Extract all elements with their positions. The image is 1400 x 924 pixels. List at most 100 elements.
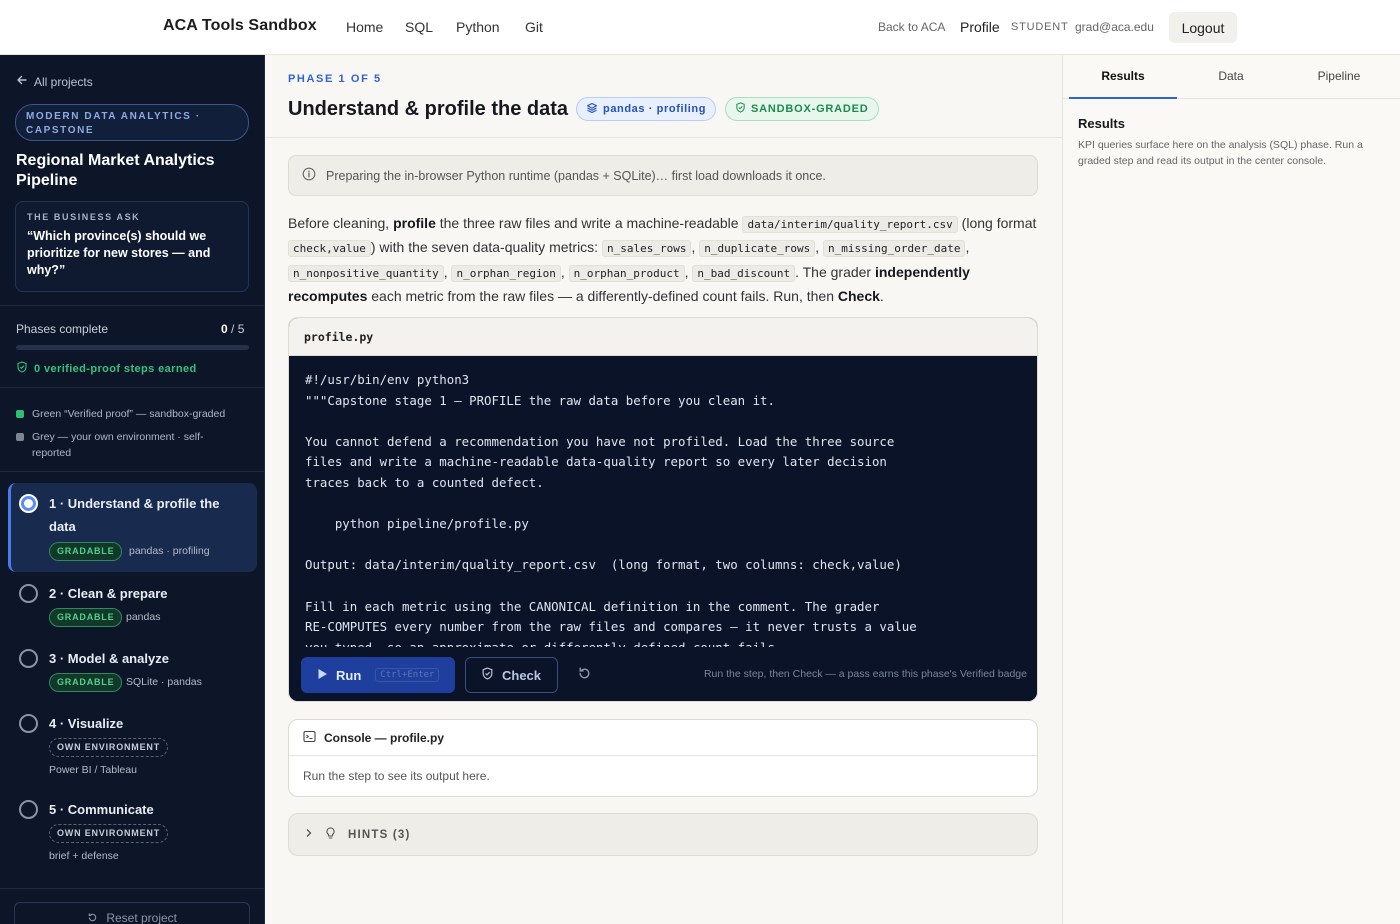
verified-proof-label: 0 verified-proof steps earned xyxy=(34,362,197,375)
phase-radio-icon xyxy=(19,714,38,733)
desc-code: check,value xyxy=(288,240,371,258)
play-icon xyxy=(317,668,328,683)
desc-text: ) with the seven data-quality metrics: xyxy=(370,239,602,256)
shield-check-icon xyxy=(481,667,494,683)
divider xyxy=(0,305,265,306)
gradable-badge: GRADABLE xyxy=(49,542,123,561)
phase-counter: PHASE 1 OF 5 xyxy=(288,73,382,85)
phases-done: 0 xyxy=(221,322,228,336)
hints-label: HINTS (3) xyxy=(348,828,411,841)
project-title: Regional Market Analytics Pipeline xyxy=(16,152,215,189)
reset-code-icon[interactable] xyxy=(577,666,592,686)
metric-code: n_nonpositive_quantity xyxy=(288,264,444,282)
sandbox-graded-label: SANDBOX-GRADED xyxy=(751,103,869,115)
shield-check-icon xyxy=(735,102,746,116)
run-check-hint: Run the step, then Check — a pass earns … xyxy=(703,668,1027,680)
tab-results[interactable]: Results xyxy=(1069,55,1177,99)
phase-radio-icon xyxy=(19,800,38,819)
back-to-aca-link[interactable]: Back to ACA xyxy=(878,20,945,34)
top-nav: ACA Tools Sandbox Home SQL Python Git Ba… xyxy=(0,0,1400,55)
run-button[interactable]: Run Ctrl+Enter xyxy=(301,657,455,693)
sidebar: All projects MODERN DATA ANALYTICS · CAP… xyxy=(0,55,265,924)
reset-project-button[interactable]: Reset project xyxy=(14,902,250,924)
all-projects-label: All projects xyxy=(34,74,93,89)
phase-name: 1 · Understand & profile the data xyxy=(49,496,220,534)
legend-self-reported-text: Grey — your own environment · self-repor… xyxy=(32,431,204,459)
desc-emphasis: Check xyxy=(837,288,880,305)
phase-name: 2 · Clean & prepare xyxy=(49,586,168,601)
lightbulb-icon xyxy=(325,826,336,843)
desc-text: (long format xyxy=(957,215,1037,231)
desc-emphasis: profile xyxy=(393,215,436,231)
brand-logo[interactable]: ACA Tools Sandbox xyxy=(163,17,317,35)
green-dot-icon xyxy=(16,410,24,418)
run-shortcut: Ctrl+Enter xyxy=(375,668,440,682)
metric-code: n_missing_order_date xyxy=(822,240,966,258)
phase-radio-icon xyxy=(19,649,38,668)
code-editor: profile.py #!/usr/bin/env python3 """Cap… xyxy=(288,317,1038,702)
phases-total: / 5 xyxy=(231,322,245,336)
console-output: Run the step to see its output here. xyxy=(303,769,490,783)
code-textarea[interactable]: #!/usr/bin/env python3 """Capstone stage… xyxy=(289,356,1037,647)
phase-name: 4 · Visualize xyxy=(49,716,124,731)
legend-self-reported: Grey — your own environment · self-repor… xyxy=(16,429,236,461)
results-text: KPI queries surface here on the analysis… xyxy=(1078,139,1363,167)
phase-tag: pandas xyxy=(126,611,161,623)
nav-home[interactable]: Home xyxy=(346,19,383,35)
profile-link[interactable]: Profile xyxy=(960,19,1000,35)
legend-graded: Green “Verified proof” — sandbox-graded xyxy=(16,406,236,422)
editor-toolbar: Run Ctrl+Enter Check Run the step, then … xyxy=(289,647,1037,701)
legend-graded-text: Green “Verified proof” — sandbox-graded xyxy=(32,408,226,420)
nav-python[interactable]: Python xyxy=(456,19,500,35)
logout-button[interactable]: Logout xyxy=(1169,12,1237,43)
layers-icon xyxy=(586,102,598,117)
phase-item-1[interactable]: 1 · Understand & profile the data GRADAB… xyxy=(8,483,257,572)
phase-item-4[interactable]: 4 · Visualize OWN ENVIRONMENT Power BI /… xyxy=(8,711,257,779)
phase-name: 3 · Model & analyze xyxy=(49,651,169,666)
sandbox-graded-pill: SANDBOX-GRADED xyxy=(725,97,879,121)
run-label: Run xyxy=(336,667,362,683)
hints-toggle[interactable]: HINTS (3) xyxy=(288,813,1038,856)
divider xyxy=(0,387,265,388)
desc-text: the three raw files and write a machine-… xyxy=(435,215,743,231)
phases-progress-bar xyxy=(16,345,249,350)
phase-tag: SQLite · pandas xyxy=(126,676,202,688)
business-ask-card: THE BUSINESS ASK “Which province(s) shou… xyxy=(15,201,249,292)
nav-sql[interactable]: SQL xyxy=(405,19,433,35)
tab-data[interactable]: Data xyxy=(1177,55,1285,99)
phase-name: 5 · Communicate xyxy=(49,802,154,817)
arrow-left-icon xyxy=(16,74,28,89)
main-content: PHASE 1 OF 5 Understand & profile the da… xyxy=(265,55,1062,924)
console-title: Console — profile.py xyxy=(324,730,445,745)
phase-tag: brief + defense xyxy=(49,850,119,862)
metric-code: n_duplicate_rows xyxy=(699,240,816,258)
results-title: Results xyxy=(1078,116,1125,131)
nav-git[interactable]: Git xyxy=(525,19,543,35)
phase-item-2[interactable]: 2 · Clean & prepare GRADABLE pandas xyxy=(8,581,257,633)
gradable-badge: GRADABLE xyxy=(49,673,123,692)
metric-code: n_bad_discount xyxy=(692,264,796,282)
console-header: Console — profile.py xyxy=(289,720,1037,756)
results-tabs: Results Data Pipeline xyxy=(1063,55,1400,99)
info-icon xyxy=(302,167,316,184)
verified-proof-count: 0 verified-proof steps earned xyxy=(16,361,197,376)
course-pill: MODERN DATA ANALYTICS · CAPSTONE xyxy=(15,104,249,141)
topic-pill: pandas · profiling xyxy=(576,97,717,121)
task-description: Before cleaning, profile the three raw f… xyxy=(288,215,1037,305)
business-ask-text: “Which province(s) should we prioritize … xyxy=(27,229,211,277)
chevron-right-icon xyxy=(305,828,313,841)
all-projects-link[interactable]: All projects xyxy=(16,74,93,89)
phase-header: PHASE 1 OF 5 Understand & profile the da… xyxy=(265,55,1062,138)
terminal-icon xyxy=(303,730,316,746)
grey-dot-icon xyxy=(16,433,24,441)
desc-text: Before cleaning, xyxy=(288,215,394,231)
check-button[interactable]: Check xyxy=(465,657,558,693)
phase-item-3[interactable]: 3 · Model & analyze GRADABLE SQLite · pa… xyxy=(8,646,257,698)
phase-item-5[interactable]: 5 · Communicate OWN ENVIRONMENT brief + … xyxy=(8,797,257,865)
tab-pipeline[interactable]: Pipeline xyxy=(1285,55,1393,99)
own-environment-badge: OWN ENVIRONMENT xyxy=(49,824,168,843)
business-ask-label: THE BUSINESS ASK xyxy=(27,212,141,222)
phase-tag: pandas · profiling xyxy=(129,545,210,557)
runtime-banner-text: Preparing the in-browser Python runtime … xyxy=(326,168,826,183)
phase-active-radio-icon xyxy=(19,494,38,513)
